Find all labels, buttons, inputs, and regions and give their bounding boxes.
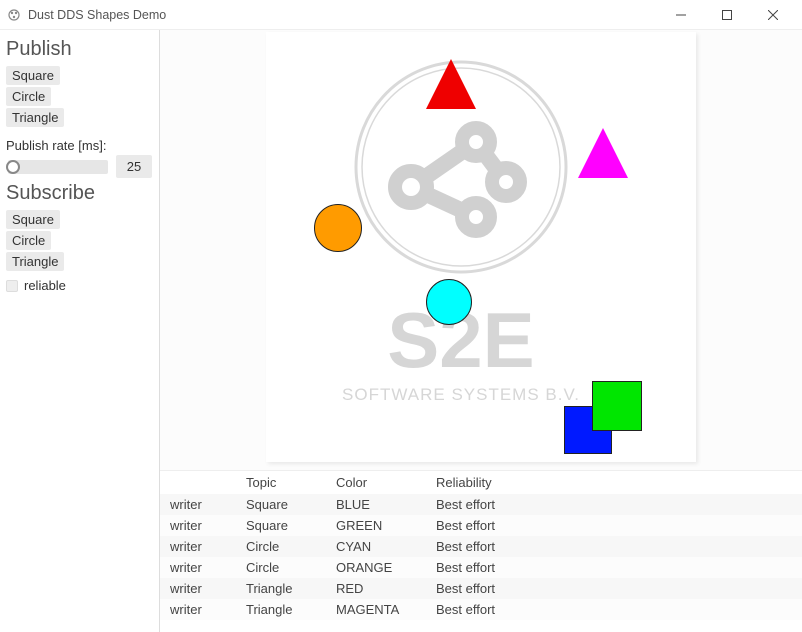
- cell-topic: Triangle: [240, 578, 330, 599]
- cell-reliability: Best effort: [430, 578, 802, 599]
- publish-heading: Publish: [6, 38, 153, 61]
- table-row[interactable]: writerSquareGREENBest effort: [160, 515, 802, 536]
- col-topic[interactable]: Topic: [240, 471, 330, 494]
- subscribe-heading: Subscribe: [6, 182, 153, 205]
- app-icon: [6, 7, 22, 23]
- cell-reliability: Best effort: [430, 536, 802, 557]
- cell-kind: writer: [160, 599, 240, 620]
- cell-reliability: Best effort: [430, 599, 802, 620]
- cell-reliability: Best effort: [430, 515, 802, 536]
- cell-topic: Circle: [240, 536, 330, 557]
- close-button[interactable]: [750, 0, 796, 29]
- cell-kind: writer: [160, 494, 240, 515]
- cell-color: CYAN: [330, 536, 430, 557]
- close-icon: [768, 10, 778, 20]
- cell-color: ORANGE: [330, 557, 430, 578]
- table-row[interactable]: writerTriangleREDBest effort: [160, 578, 802, 599]
- reliable-label: reliable: [24, 278, 66, 293]
- maximize-button[interactable]: [704, 0, 750, 29]
- publish-rate-slider[interactable]: [8, 160, 108, 174]
- titlebar: Dust DDS Shapes Demo: [0, 0, 802, 30]
- cell-reliability: Best effort: [430, 557, 802, 578]
- svg-text:SOFTWARE SYSTEMS B.V.: SOFTWARE SYSTEMS B.V.: [342, 385, 580, 404]
- shape-red_triangle[interactable]: [426, 59, 476, 109]
- window-buttons: [658, 0, 796, 29]
- subscribe-square-button[interactable]: Square: [6, 210, 60, 229]
- cell-topic: Square: [240, 515, 330, 536]
- cell-kind: writer: [160, 515, 240, 536]
- publish-rate-label: Publish rate [ms]:: [6, 138, 153, 153]
- table-row[interactable]: writerCircleCYANBest effort: [160, 536, 802, 557]
- subscribe-circle-button[interactable]: Circle: [6, 231, 51, 250]
- shape-orange_circle[interactable]: [314, 204, 362, 252]
- shapes-canvas[interactable]: S2E SOFTWARE SYSTEMS B.V.: [266, 32, 696, 462]
- table-row[interactable]: writerCircleORANGEBest effort: [160, 557, 802, 578]
- window-title: Dust DDS Shapes Demo: [28, 8, 166, 22]
- cell-kind: writer: [160, 557, 240, 578]
- col-kind[interactable]: [160, 471, 240, 494]
- cell-color: RED: [330, 578, 430, 599]
- publish-circle-button[interactable]: Circle: [6, 87, 51, 106]
- cell-color: MAGENTA: [330, 599, 430, 620]
- shape-green_square[interactable]: [592, 381, 642, 431]
- table-row[interactable]: writerTriangleMAGENTABest effort: [160, 599, 802, 620]
- cell-color: BLUE: [330, 494, 430, 515]
- table-row[interactable]: writerSquareBLUEBest effort: [160, 494, 802, 515]
- cell-topic: Circle: [240, 557, 330, 578]
- publish-rate-value[interactable]: [116, 155, 152, 178]
- minimize-button[interactable]: [658, 0, 704, 29]
- shape-magenta_triangle[interactable]: [578, 128, 628, 178]
- col-color[interactable]: Color: [330, 471, 430, 494]
- cell-kind: writer: [160, 536, 240, 557]
- col-reliability[interactable]: Reliability: [430, 471, 802, 494]
- cell-topic: Triangle: [240, 599, 330, 620]
- cell-kind: writer: [160, 578, 240, 599]
- publish-square-button[interactable]: Square: [6, 66, 60, 85]
- sidebar: Publish Square Circle Triangle Publish r…: [0, 30, 160, 632]
- reliable-checkbox[interactable]: [6, 280, 18, 292]
- entities-table: Topic Color Reliability writerSquareBLUE…: [160, 470, 802, 632]
- publish-triangle-button[interactable]: Triangle: [6, 108, 64, 127]
- cell-color: GREEN: [330, 515, 430, 536]
- cell-topic: Square: [240, 494, 330, 515]
- shape-cyan_circle[interactable]: [426, 279, 472, 325]
- subscribe-triangle-button[interactable]: Triangle: [6, 252, 64, 271]
- maximize-icon: [722, 10, 732, 20]
- main-area: S2E SOFTWARE SYSTEMS B.V. Topic Color Re…: [160, 30, 802, 632]
- cell-reliability: Best effort: [430, 494, 802, 515]
- minimize-icon: [676, 10, 686, 20]
